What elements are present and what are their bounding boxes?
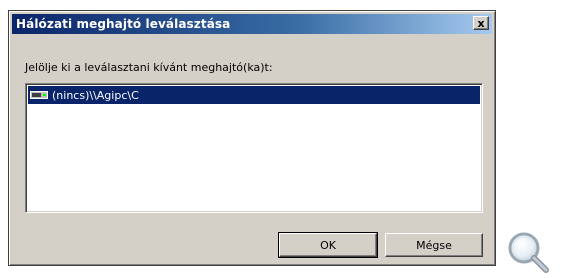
disconnect-drive-dialog: Hálózati meghajtó leválasztása x Jelölje… [8, 10, 496, 266]
close-icon: x [477, 16, 485, 30]
dialog-title: Hálózati meghajtó leválasztása [16, 17, 231, 31]
ok-button[interactable]: OK [278, 232, 378, 258]
cancel-button[interactable]: Mégse [385, 233, 483, 257]
list-item-label: (nincs)\\Agipc\C [52, 88, 139, 102]
magnifier-icon[interactable] [504, 228, 550, 274]
instruction-label: Jelölje ki a leválasztani kívánt meghajt… [25, 61, 273, 74]
drive-listbox[interactable]: (nincs)\\Agipc\C [25, 83, 483, 213]
ok-button-label: OK [320, 238, 336, 252]
close-button[interactable]: x [473, 16, 489, 30]
cancel-button-label: Mégse [416, 238, 452, 252]
network-drive-icon [30, 91, 48, 99]
list-item[interactable]: (nincs)\\Agipc\C [28, 86, 480, 104]
title-bar[interactable]: Hálózati meghajtó leválasztása x [12, 14, 492, 34]
